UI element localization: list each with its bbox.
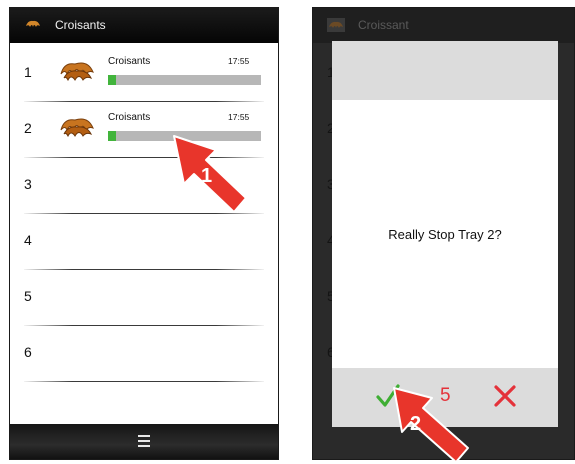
confirm-dialog: Really Stop Tray 2? 5	[332, 41, 558, 427]
page-title: Croisants	[55, 18, 106, 32]
tray-row-6[interactable]: 6	[10, 326, 278, 382]
row-divider	[24, 381, 264, 382]
tray-row-5[interactable]: 5	[10, 270, 278, 326]
progress-fill	[108, 75, 116, 85]
bottom-bar	[10, 424, 278, 459]
callout-number: 1	[201, 165, 212, 187]
croissant-icon	[60, 118, 94, 138]
tray-number: 2	[24, 120, 32, 136]
tray-number: 4	[24, 232, 32, 248]
croissant-icon	[60, 62, 94, 82]
header-bar: Croissant	[313, 8, 574, 43]
croissant-logo-icon	[26, 20, 40, 27]
tray-number: 1	[24, 64, 32, 80]
progress-fill	[108, 131, 116, 141]
tray-number: 6	[24, 344, 32, 360]
progress-bar	[108, 75, 261, 85]
finish-time: 17:55	[228, 56, 250, 66]
page-title: Croissant	[358, 18, 409, 32]
callout-arrow-1: 1	[173, 135, 247, 213]
tray-row-4[interactable]: 4	[10, 214, 278, 270]
tray-number: 3	[24, 176, 32, 192]
tray-row-1[interactable]: 1 Croisants 17:55	[10, 46, 278, 102]
croissant-logo-icon	[327, 18, 345, 32]
hamburger-menu-icon[interactable]	[138, 435, 150, 450]
callout-number: 2	[410, 413, 421, 435]
dialog-header	[332, 41, 558, 100]
product-name: Croisants	[108, 56, 151, 67]
finish-time: 17:55	[228, 112, 250, 122]
tray-list-screen: Croisants 1 Croisants 17:55 2 Croisants …	[9, 7, 279, 460]
callout-arrow-2: 2	[393, 387, 469, 463]
product-name: Croisants	[108, 112, 151, 123]
close-icon[interactable]	[493, 384, 517, 408]
header-bar: Croisants	[10, 8, 278, 43]
tray-number: 5	[24, 288, 32, 304]
dialog-message: Really Stop Tray 2?	[388, 227, 502, 242]
